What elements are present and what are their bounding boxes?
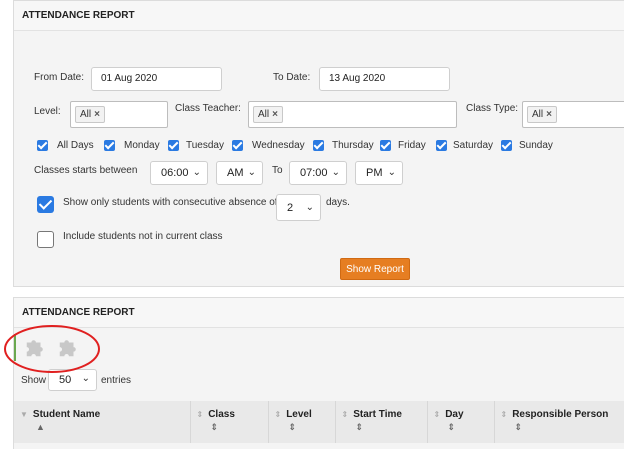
chevron-down-icon: ⌄ [247, 167, 256, 178]
column-student-name[interactable]: ▼ Student Name ▲ [14, 401, 191, 443]
all-days-checkbox[interactable] [37, 140, 48, 151]
sort-both-icon: ⇕ [210, 422, 219, 432]
class-type-select[interactable]: All × [522, 101, 624, 128]
friday-checkbox[interactable] [380, 140, 391, 151]
remove-tag-icon[interactable]: × [272, 109, 278, 120]
column-start-time[interactable]: ⇕ Start Time ⇕ [335, 401, 428, 443]
sort-icon: ⇕ [341, 410, 349, 419]
class-type-tag-all[interactable]: All × [527, 106, 557, 123]
class-type-label: Class Type: [466, 103, 519, 114]
sort-both-icon: ⇕ [288, 422, 297, 432]
to-date-input[interactable]: 13 Aug 2020 [319, 67, 450, 91]
level-tag-all[interactable]: All × [75, 106, 105, 123]
end-ampm-select[interactable]: PM ⌄ [355, 161, 403, 185]
show-report-button[interactable]: Show Report [340, 258, 410, 280]
sort-icon: ▼ [20, 410, 28, 419]
friday-label: Friday [398, 140, 426, 151]
chevron-down-icon: ⌄ [331, 167, 340, 178]
column-level[interactable]: ⇕ Level ⇕ [268, 401, 336, 443]
class-teacher-tag-all[interactable]: All × [253, 106, 283, 123]
sort-both-icon: ⇕ [355, 422, 364, 432]
sunday-label: Sunday [519, 140, 553, 151]
attendance-filter-panel: ATTENDANCE REPORT From Date: 01 Aug 2020… [13, 0, 624, 287]
table-header-row: ▼ Student Name ▲ ⇕ Class ⇕ ⇕ Level ⇕ ⇕ Start Ti… [14, 401, 624, 443]
sort-icon: ⇕ [500, 410, 508, 419]
remove-tag-icon[interactable]: × [94, 109, 100, 120]
from-date-label: From Date: [34, 72, 85, 83]
consecutive-absence-label: Show only students with consecutive abse… [63, 197, 278, 208]
thursday-checkbox[interactable] [313, 140, 324, 151]
annotation-circle [4, 325, 100, 373]
column-class[interactable]: ⇕ Class ⇕ [190, 401, 269, 443]
column-day[interactable]: ⇕ Day ⇕ [427, 401, 495, 443]
sort-both-icon: ⇕ [514, 422, 523, 432]
include-students-label: Include students not in current class [63, 231, 223, 242]
days-suffix-label: days. [326, 197, 350, 208]
attendance-table: ▼ Student Name ▲ ⇕ Class ⇕ ⇕ Level ⇕ ⇕ Start Ti… [14, 401, 624, 443]
start-time-select[interactable]: 06:00 ⌄ [150, 161, 208, 185]
tuesday-label: Tuesday [186, 140, 224, 151]
include-students-checkbox[interactable] [37, 231, 54, 248]
consecutive-absence-checkbox[interactable] [37, 196, 54, 213]
start-ampm-select[interactable]: AM ⌄ [216, 161, 263, 185]
column-responsible-person[interactable]: ⇕ Responsible Person ⇕ [494, 401, 624, 443]
remove-tag-icon[interactable]: × [546, 109, 552, 120]
saturday-label: Saturday [453, 140, 494, 151]
to-time-label: To [272, 165, 283, 176]
sort-icon: ⇕ [433, 410, 441, 419]
chevron-down-icon: ⌄ [387, 167, 396, 178]
classes-start-label: Classes starts between [34, 165, 138, 176]
class-teacher-label: Class Teacher: [175, 103, 241, 114]
monday-label: Monday [124, 140, 160, 151]
monday-checkbox[interactable] [104, 140, 115, 151]
sort-asc-icon: ▲ [36, 422, 45, 432]
saturday-checkbox[interactable] [436, 140, 447, 151]
chevron-down-icon: ⌄ [192, 167, 201, 178]
sort-icon: ⇕ [196, 410, 204, 419]
tuesday-checkbox[interactable] [168, 140, 179, 151]
consecutive-days-select[interactable]: 2 ⌄ [276, 194, 321, 221]
panel-title: ATTENDANCE REPORT [14, 1, 624, 31]
to-date-label: To Date: [273, 72, 311, 83]
wednesday-checkbox[interactable] [232, 140, 243, 151]
sort-icon: ⇕ [274, 410, 282, 419]
end-time-select[interactable]: 07:00 ⌄ [289, 161, 347, 185]
chevron-down-icon: ⌄ [305, 202, 314, 213]
from-date-input[interactable]: 01 Aug 2020 [91, 67, 222, 91]
sort-both-icon: ⇕ [447, 422, 456, 432]
all-days-label: All Days [57, 140, 94, 151]
class-teacher-select[interactable]: All × [248, 101, 457, 128]
thursday-label: Thursday [332, 140, 374, 151]
wednesday-label: Wednesday [252, 140, 305, 151]
sunday-checkbox[interactable] [501, 140, 512, 151]
level-select[interactable]: All × [70, 101, 168, 128]
level-label: Level: [34, 106, 61, 117]
